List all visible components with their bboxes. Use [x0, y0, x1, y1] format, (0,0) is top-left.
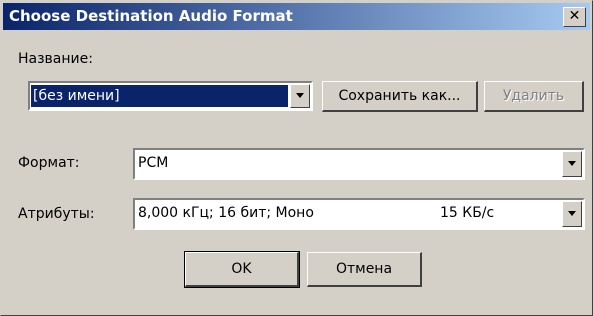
- chevron-down-icon: [568, 161, 576, 166]
- name-label: Название:: [18, 51, 93, 67]
- title-bar: Choose Destination Audio Format ✕: [3, 3, 590, 30]
- attributes-label: Атрибуты:: [18, 206, 95, 222]
- format-label: Формат:: [18, 155, 80, 171]
- attributes-combobox[interactable]: 8,000 кГц; 16 бит; Моно 15 КБ/с: [133, 198, 585, 230]
- cancel-button[interactable]: Отмена: [307, 252, 422, 287]
- close-icon: ✕: [568, 8, 581, 24]
- format-value: PCM: [138, 155, 169, 171]
- attributes-rate: 15 КБ/с: [440, 205, 495, 221]
- close-button[interactable]: ✕: [563, 7, 586, 27]
- name-value: [без имени]: [33, 88, 120, 104]
- format-combobox[interactable]: PCM: [133, 148, 585, 180]
- window-title: Choose Destination Audio Format: [9, 7, 293, 25]
- delete-button[interactable]: Удалить: [484, 81, 584, 112]
- ok-button[interactable]: OK: [184, 251, 300, 288]
- choose-destination-audio-format-dialog: Choose Destination Audio Format ✕ Назван…: [0, 0, 593, 316]
- attributes-dropdown-button[interactable]: [562, 201, 582, 227]
- name-combobox[interactable]: [без имени]: [28, 81, 313, 111]
- save-as-button[interactable]: Сохранить как...: [322, 81, 478, 112]
- name-dropdown-button[interactable]: [290, 84, 310, 108]
- attributes-value: 8,000 кГц; 16 бит; Моно: [138, 205, 314, 221]
- chevron-down-icon: [568, 211, 576, 216]
- format-dropdown-button[interactable]: [562, 151, 582, 177]
- chevron-down-icon: [296, 93, 304, 98]
